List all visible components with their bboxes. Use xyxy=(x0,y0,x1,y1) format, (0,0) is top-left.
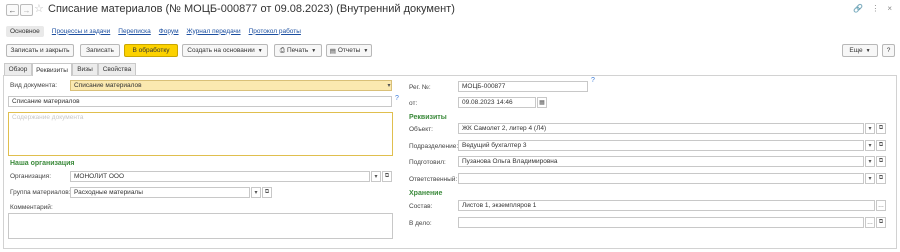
print-button[interactable]: ⎙ Печать ▼ xyxy=(274,44,322,57)
nav-transfer-log[interactable]: Журнал передачи xyxy=(187,28,241,35)
reports-button[interactable]: ▤ Отчеты ▼ xyxy=(326,44,372,57)
storage-header: Хранение xyxy=(409,190,443,197)
nav-correspondence[interactable]: Переписка xyxy=(118,28,151,35)
nav-forum[interactable]: Форум xyxy=(159,28,179,35)
composition-field[interactable]: Листов 1, экземпляров 1 xyxy=(458,200,875,211)
requisites-header: Реквизиты xyxy=(409,114,447,121)
group-label: Группа материалов: xyxy=(10,189,71,196)
doc-type-field[interactable]: Списание материалов xyxy=(70,80,392,91)
doc-type-label: Вид документа: xyxy=(10,82,58,89)
reports-label: Отчеты xyxy=(337,47,361,54)
dept-label: Подразделение: xyxy=(409,143,459,150)
comment-textarea[interactable] xyxy=(8,213,393,239)
dept-field[interactable]: Ведущий бухгалтер 3 xyxy=(458,140,864,151)
dropdown-arrow-icon[interactable]: ▾ xyxy=(865,123,875,134)
object-field[interactable]: ЖК Самолет 2, литер 4 (Л4) xyxy=(458,123,864,134)
help-icon[interactable]: ? xyxy=(591,77,595,84)
window-title: Списание материалов (№ МОЦБ-000877 от 09… xyxy=(48,3,455,15)
write-button[interactable]: Записать xyxy=(80,44,120,57)
open-link-icon[interactable]: ⧉ xyxy=(876,140,886,151)
tab-properties[interactable]: Свойства xyxy=(98,63,136,75)
arrow-left-icon: ← xyxy=(8,5,17,15)
open-link-icon[interactable]: ⧉ xyxy=(382,171,392,182)
process-button[interactable]: В обработку xyxy=(124,44,178,57)
dropdown-arrow-icon[interactable]: ▾ xyxy=(865,140,875,151)
dropdown-arrow-icon: ▼ xyxy=(865,47,871,54)
responsible-field[interactable] xyxy=(458,173,864,184)
more-label: Еще xyxy=(849,47,863,54)
ellipsis-select-icon[interactable]: … xyxy=(865,217,875,228)
org-field[interactable]: МОНОЛИТ ООО xyxy=(70,171,370,182)
date-label: от: xyxy=(409,100,418,107)
dropdown-arrow-icon[interactable]: ▾ xyxy=(384,80,394,91)
dropdown-arrow-icon[interactable]: ▾ xyxy=(865,156,875,167)
create-based-button[interactable]: Создать на основании ▼ xyxy=(182,44,268,57)
printer-icon: ⎙ xyxy=(279,46,285,54)
create-based-label: Создать на основании xyxy=(187,47,255,54)
content-textarea[interactable]: Содержание документа xyxy=(8,112,393,156)
dropdown-arrow-icon[interactable]: ▾ xyxy=(865,173,875,184)
prepared-label: Подготовил: xyxy=(409,159,446,166)
org-label: Организация: xyxy=(10,173,52,180)
open-link-icon[interactable]: ⧉ xyxy=(876,123,886,134)
close-icon[interactable]: × xyxy=(887,4,892,13)
dropdown-arrow-icon: ▼ xyxy=(311,47,317,54)
responsible-label: Ответственный: xyxy=(409,176,458,183)
form-nav-panel: Основное Процессы и задачи Переписка Фор… xyxy=(6,24,301,38)
object-label: Объект: xyxy=(409,126,433,133)
tab-requisites[interactable]: Реквизиты xyxy=(32,63,72,76)
favorite-star-icon[interactable]: ☆ xyxy=(34,2,44,15)
reg-number-field[interactable]: МОЦБ-000877 xyxy=(458,81,588,92)
print-label: Печать xyxy=(286,47,309,54)
help-icon[interactable]: ? xyxy=(395,95,399,102)
more-button[interactable]: Еще ▼ xyxy=(842,44,878,57)
report-icon: ▤ xyxy=(329,47,336,55)
dropdown-arrow-icon: ▼ xyxy=(257,47,263,54)
ellipsis-select-icon[interactable]: … xyxy=(876,200,886,211)
comment-label: Комментарий: xyxy=(10,204,53,211)
group-field[interactable]: Расходные материалы xyxy=(70,187,250,198)
our-org-header: Наша организация xyxy=(10,160,75,167)
tab-overview[interactable]: Обзор xyxy=(4,63,32,75)
dropdown-arrow-icon: ▼ xyxy=(363,47,369,54)
open-link-icon[interactable]: ⧉ xyxy=(876,173,886,184)
arrow-right-icon: → xyxy=(22,5,31,15)
nav-work-protocol[interactable]: Протокол работы xyxy=(249,28,301,35)
calendar-icon[interactable]: ▦ xyxy=(537,97,547,108)
dropdown-arrow-icon[interactable]: ▾ xyxy=(371,171,381,182)
dropdown-arrow-icon[interactable]: ▾ xyxy=(251,187,261,198)
open-link-icon[interactable]: ⧉ xyxy=(876,156,886,167)
composition-label: Состав: xyxy=(409,203,433,210)
back-button[interactable]: ← xyxy=(6,4,19,16)
prepared-field[interactable]: Пузанова Ольга Владимировна xyxy=(458,156,864,167)
link-icon[interactable]: 🔗 xyxy=(853,4,863,13)
file-field[interactable] xyxy=(458,217,864,228)
reg-label: Рег. №: xyxy=(409,84,431,91)
tab-visas[interactable]: Визы xyxy=(72,63,98,75)
date-field[interactable]: 09.08.2023 14:46 xyxy=(458,97,536,108)
doc-name-field[interactable]: Списание материалов xyxy=(8,96,392,107)
more-vertical-icon[interactable]: ⋮ xyxy=(871,4,879,13)
open-link-icon[interactable]: ⧉ xyxy=(876,217,886,228)
help-button[interactable]: ? xyxy=(882,44,895,57)
nav-processes[interactable]: Процессы и задачи xyxy=(52,28,110,35)
file-label: В дело: xyxy=(409,220,432,227)
write-close-button[interactable]: Записать и закрыть xyxy=(6,44,74,57)
forward-button[interactable]: → xyxy=(20,4,33,16)
nav-main[interactable]: Основное xyxy=(6,25,44,37)
open-link-icon[interactable]: ⧉ xyxy=(262,187,272,198)
